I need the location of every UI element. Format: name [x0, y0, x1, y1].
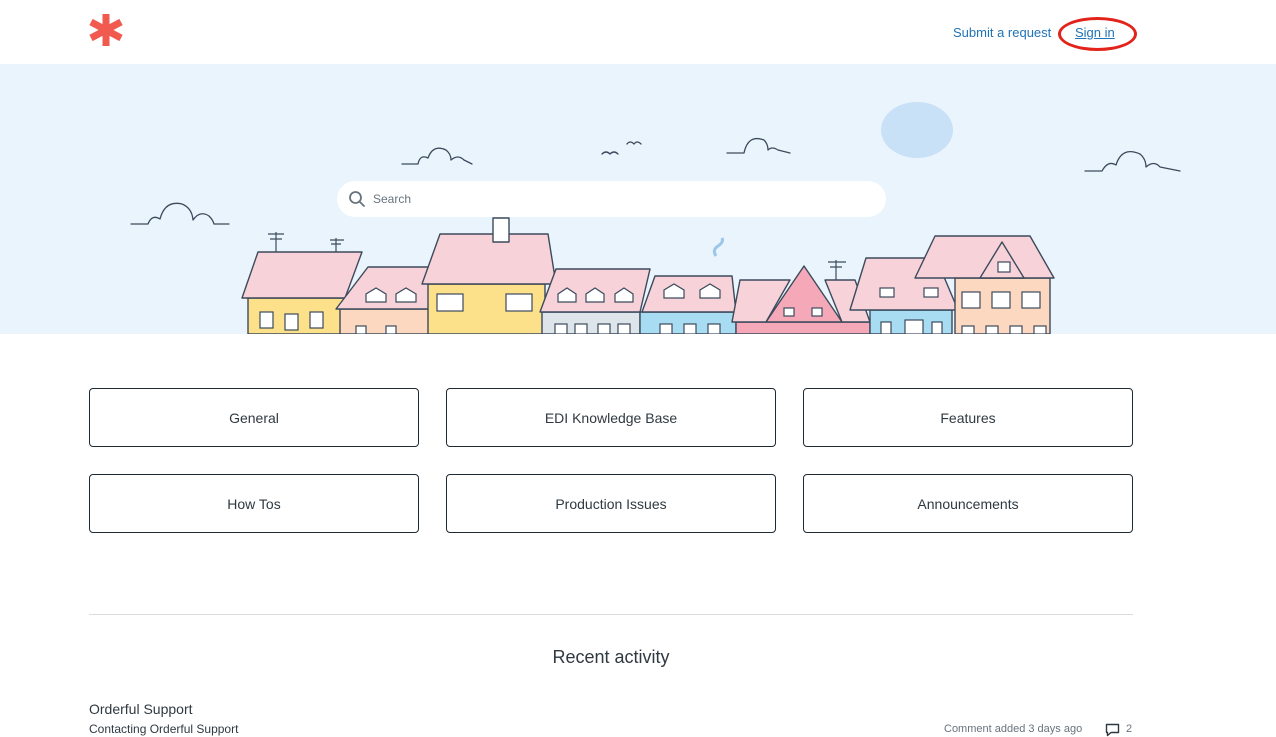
- comment-count: 2: [1126, 723, 1133, 735]
- category-how-tos[interactable]: How Tos: [89, 474, 419, 533]
- category-label: Features: [940, 409, 996, 426]
- category-label: General: [229, 409, 279, 426]
- category-label: EDI Knowledge Base: [544, 409, 678, 426]
- category-features[interactable]: Features: [803, 388, 1133, 447]
- category-general[interactable]: General: [89, 388, 419, 447]
- search-box[interactable]: [337, 181, 886, 217]
- asterisk-logo-icon[interactable]: [88, 13, 124, 47]
- category-production-issues[interactable]: Production Issues: [446, 474, 776, 533]
- activity-article-link[interactable]: Contacting Orderful Support: [89, 722, 238, 736]
- submit-request-link[interactable]: Submit a request: [953, 25, 1051, 40]
- comment-icon: [1105, 723, 1120, 737]
- header: Submit a request Sign in: [0, 0, 1276, 64]
- category-label: Announcements: [917, 495, 1019, 512]
- activity-section-link[interactable]: Orderful Support: [89, 701, 193, 717]
- category-edi-knowledge-base[interactable]: EDI Knowledge Base: [446, 388, 776, 447]
- activity-meta: Comment added 3 days ago: [944, 723, 1083, 735]
- section-divider: [89, 614, 1133, 615]
- sign-in-link[interactable]: Sign in: [1075, 25, 1115, 40]
- search-icon: [349, 191, 365, 207]
- category-label: How Tos: [227, 495, 281, 512]
- hero-banner: [0, 64, 1276, 334]
- category-label: Production Issues: [555, 495, 667, 512]
- search-input[interactable]: [373, 181, 873, 217]
- recent-activity-title: Recent activity: [552, 647, 670, 667]
- category-announcements[interactable]: Announcements: [803, 474, 1133, 533]
